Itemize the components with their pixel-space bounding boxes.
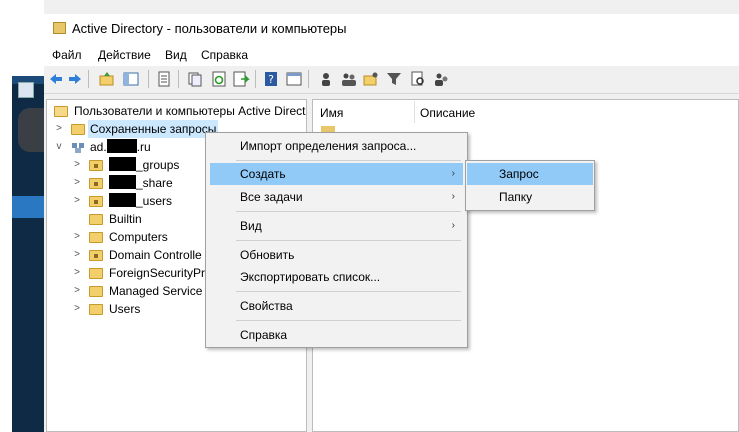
chevron-down-icon[interactable]: v (54, 138, 64, 156)
folder-icon (71, 124, 85, 135)
menu-separator (236, 291, 461, 292)
toolbar-separator (255, 70, 256, 88)
tree-item-label: Users (109, 302, 141, 316)
tree-item-label: ForeignSecurityPr (109, 266, 206, 280)
ou-folder-icon (89, 250, 103, 261)
export-list-icon[interactable] (232, 70, 250, 88)
ou-folder-icon (89, 178, 103, 189)
background-strip-band (12, 196, 44, 218)
domain-label: ad. .ru (90, 139, 151, 154)
chevron-right-icon[interactable]: > (72, 246, 82, 264)
toolbar-separator (308, 70, 309, 88)
back-arrow-icon[interactable] (47, 70, 65, 88)
chevron-right-icon[interactable]: > (72, 228, 82, 246)
ctx-create[interactable]: Создать › (210, 163, 463, 185)
chevron-right-icon[interactable]: > (72, 156, 82, 174)
redaction-bar (106, 139, 137, 153)
tree-item-label: Computers (109, 230, 168, 244)
ad-root-icon (54, 106, 68, 117)
chevron-right-icon: › (451, 168, 455, 179)
ctx-refresh[interactable]: Обновить (210, 244, 463, 266)
groups-icon[interactable] (340, 70, 358, 88)
chevron-right-icon: › (451, 220, 455, 231)
ctx-export-list[interactable]: Экспортировать список... (210, 266, 463, 288)
filter-icon[interactable] (385, 70, 403, 88)
chevron-right-icon[interactable]: > (72, 282, 82, 300)
desktop-strip (0, 0, 12, 432)
users-icon[interactable] (317, 70, 335, 88)
chevron-right-icon: › (451, 191, 455, 202)
chevron-right-icon[interactable]: > (72, 174, 82, 192)
mmc-console-icon[interactable] (285, 70, 303, 88)
forward-arrow-icon[interactable] (66, 70, 84, 88)
menu-view[interactable]: Вид (165, 48, 187, 62)
tree-item-label: _users (107, 192, 174, 210)
chevron-right-icon[interactable]: > (54, 120, 64, 138)
ctx-all-tasks[interactable]: Все задачи › (210, 186, 463, 208)
background-app-icon (18, 108, 44, 152)
chevron-right-icon[interactable]: > (72, 300, 82, 318)
folder-icon (89, 304, 103, 315)
folder-icon (89, 232, 103, 243)
ctx-import-query[interactable]: Импорт определения запроса... (210, 135, 463, 157)
menu-separator (236, 211, 461, 212)
redaction-bar (109, 157, 136, 171)
window-title: Active Directory - пользователи и компью… (72, 21, 347, 36)
chevron-right-icon[interactable]: > (72, 192, 82, 210)
chevron-right-icon[interactable]: > (72, 264, 82, 282)
ad-console-icon (53, 22, 66, 34)
refresh-icon[interactable] (210, 70, 228, 88)
submenu-query[interactable]: Запрос (467, 163, 593, 185)
console-tree-icon[interactable] (122, 70, 140, 88)
ctx-help[interactable]: Справка (210, 324, 463, 346)
add-to-group-icon[interactable] (432, 70, 450, 88)
svg-text:?: ? (268, 73, 274, 86)
menu-separator (236, 320, 461, 321)
toolbar-separator (148, 70, 149, 88)
toolbar-separator (88, 70, 89, 88)
column-divider[interactable] (414, 101, 415, 123)
up-folder-icon[interactable] (98, 70, 116, 88)
ou-icon[interactable] (362, 70, 380, 88)
ctx-properties[interactable]: Свойства (210, 295, 463, 317)
ou-folder-icon (89, 160, 103, 171)
column-header-name[interactable]: Имя (320, 106, 343, 120)
redaction-bar (109, 175, 136, 189)
column-header-description[interactable]: Описание (420, 106, 475, 120)
menu-action[interactable]: Действие (98, 48, 151, 62)
tree-item-label: Domain Controlle (109, 248, 202, 262)
help-icon[interactable]: ? (262, 70, 280, 88)
tree-item-label: Builtin (109, 212, 142, 226)
redaction-bar (109, 193, 136, 207)
menu-help[interactable]: Справка (201, 48, 248, 62)
submenu-folder[interactable]: Папку (467, 186, 593, 208)
properties-sheet-icon[interactable] (155, 70, 173, 88)
tree-item-label: _groups (107, 156, 181, 174)
domain-icon (72, 143, 84, 153)
folder-icon (89, 214, 103, 225)
menu-separator (236, 240, 461, 241)
menu-file[interactable]: Файл (52, 48, 82, 62)
tree-root-label: Пользователи и компьютеры Active Direct (74, 104, 306, 118)
folder-icon (89, 286, 103, 297)
ctx-view[interactable]: Вид › (210, 215, 463, 237)
tree-item-label: _share (107, 174, 175, 192)
toolbar-separator (178, 70, 179, 88)
tree-item-label: Managed Service A (109, 284, 214, 298)
menu-separator (236, 160, 461, 161)
tree-item-label: Сохраненные запросы (88, 120, 219, 138)
find-icon[interactable] (409, 70, 427, 88)
background-app-icon (18, 82, 34, 98)
ou-folder-icon (89, 196, 103, 207)
copy-icon[interactable] (186, 70, 204, 88)
folder-icon (89, 268, 103, 279)
tree-root[interactable]: Пользователи и компьютеры Active Direct (52, 102, 306, 120)
